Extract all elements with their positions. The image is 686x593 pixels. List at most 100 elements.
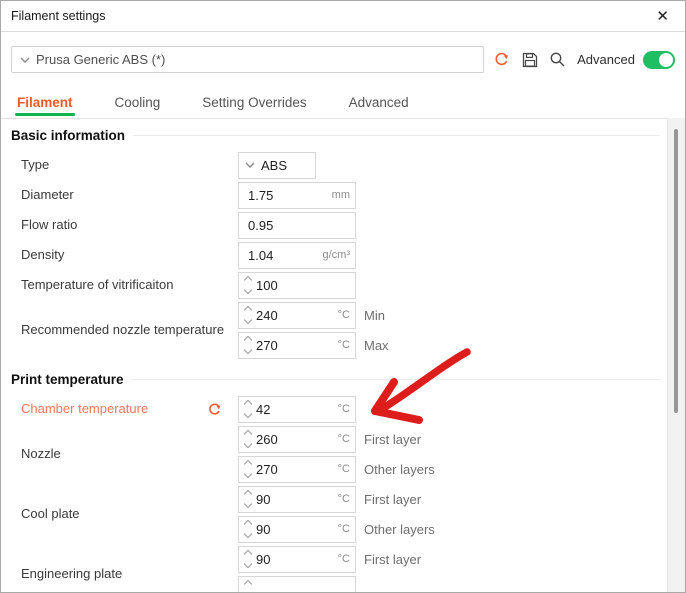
setting-label: Density (21, 240, 238, 270)
section-print-temperature: Print temperature (11, 372, 660, 387)
spinner-buttons[interactable] (239, 487, 256, 512)
sync-icon[interactable] (493, 50, 512, 70)
spinner-buttons[interactable] (239, 577, 256, 593)
field-suffix: First layer (364, 432, 421, 447)
field-unit: g/cm³ (323, 249, 356, 261)
tab-setting-overrides[interactable]: Setting Overrides (200, 95, 308, 118)
spinner-buttons[interactable] (239, 427, 256, 452)
spinner-buttons[interactable] (239, 273, 256, 298)
flow-ratio-input[interactable]: 0.95 (238, 212, 356, 239)
field-value: 42 (256, 402, 338, 417)
toggle-knob (659, 53, 673, 67)
setting-label: Nozzle (21, 446, 238, 462)
field-value: 1.04 (239, 248, 323, 263)
spinner-buttons[interactable] (239, 457, 256, 482)
spinner-buttons[interactable] (239, 333, 256, 358)
setting-group-engineering-plate: Engineering plate 90 °C First layer (21, 544, 668, 592)
field-value: 90 (256, 522, 338, 537)
section-title: Basic information (11, 128, 125, 143)
advanced-toggle[interactable] (643, 51, 675, 69)
field-suffix: First layer (364, 552, 421, 567)
nozzle-temp-max-spinner[interactable]: 270 °C (238, 332, 356, 359)
engineering-plate-first-layer-spinner[interactable]: 90 °C (238, 546, 356, 573)
setting-label: Cool plate (21, 506, 238, 522)
section-title: Print temperature (11, 372, 124, 387)
window-title: Filament settings (11, 9, 105, 23)
setting-label: Type (21, 150, 238, 180)
nozzle-other-layers-spinner[interactable]: 270 °C (238, 456, 356, 483)
setting-label: Recommended nozzle temperature (21, 322, 238, 338)
preset-combobox[interactable]: Prusa Generic ABS (*) (11, 46, 484, 73)
chevron-down-icon (20, 57, 30, 63)
field-unit: °C (338, 553, 355, 565)
field-value: 90 (256, 552, 338, 567)
section-divider (133, 135, 660, 136)
density-input[interactable]: 1.04 g/cm³ (238, 242, 356, 269)
setting-row-density: Density 1.04 g/cm³ (21, 240, 668, 270)
field-unit: °C (338, 309, 355, 321)
spinner-buttons[interactable] (239, 547, 256, 572)
spinner-buttons[interactable] (239, 397, 256, 422)
section-divider (132, 379, 660, 380)
chevron-down-icon (245, 162, 255, 168)
preset-value: Prusa Generic ABS (*) (36, 52, 165, 67)
field-value: 90 (256, 492, 338, 507)
field-suffix: Min (364, 308, 385, 323)
field-value: 270 (256, 462, 338, 477)
section-basic-information: Basic information (11, 128, 660, 143)
field-value: 240 (256, 308, 338, 323)
field-value: 0.95 (239, 218, 350, 233)
chamber-temperature-input[interactable]: 42 °C (238, 396, 356, 423)
field-unit: mm (332, 189, 355, 201)
setting-group-cool-plate: Cool plate 90 °C First layer 90 °C (21, 484, 668, 544)
type-value: ABS (261, 158, 309, 173)
engineering-plate-other-layers-spinner[interactable] (238, 576, 356, 593)
save-icon[interactable] (520, 50, 539, 70)
spinner-buttons[interactable] (239, 517, 256, 542)
tab-cooling[interactable]: Cooling (113, 95, 163, 118)
field-value: 270 (256, 338, 338, 353)
nozzle-temp-min-spinner[interactable]: 240 °C (238, 302, 356, 329)
setting-label: Flow ratio (21, 210, 238, 240)
reset-icon[interactable] (207, 402, 222, 417)
cool-plate-other-layers-spinner[interactable]: 90 °C (238, 516, 356, 543)
field-suffix: Max (364, 338, 389, 353)
scrollbar-thumb[interactable] (674, 129, 678, 413)
setting-row-chamber-temperature: Chamber temperature 42 °C (21, 394, 668, 424)
preset-row: Prusa Generic ABS (*) Advanced (11, 46, 675, 73)
field-value: 100 (256, 278, 350, 293)
close-icon[interactable]: ✕ (650, 7, 675, 26)
field-unit: °C (338, 523, 355, 535)
field-unit: °C (338, 493, 355, 505)
field-value: 1.75 (239, 188, 332, 203)
setting-row-type: Type ABS (21, 150, 668, 180)
setting-row-vitrification-temperature: Temperature of vitrificaiton 100 (21, 270, 668, 300)
settings-scroll-area: Basic information Type ABS Diameter 1.75… (1, 119, 668, 592)
search-icon[interactable] (548, 50, 567, 70)
spinner-buttons[interactable] (239, 303, 256, 328)
setting-row-diameter: Diameter 1.75 mm (21, 180, 668, 210)
setting-label: Diameter (21, 180, 238, 210)
title-bar: Filament settings ✕ (1, 1, 685, 32)
tab-filament[interactable]: Filament (15, 95, 75, 118)
setting-row-flow-ratio: Flow ratio 0.95 (21, 210, 668, 240)
field-value: 260 (256, 432, 338, 447)
type-select[interactable]: ABS (238, 152, 316, 179)
diameter-input[interactable]: 1.75 mm (238, 182, 356, 209)
advanced-label: Advanced (577, 52, 635, 67)
cool-plate-first-layer-spinner[interactable]: 90 °C (238, 486, 356, 513)
setting-label: Engineering plate (21, 566, 238, 582)
setting-group-nozzle: Nozzle 260 °C First layer 270 °C (21, 424, 668, 484)
setting-group-recommended-nozzle-temperature: Recommended nozzle temperature 240 °C Mi… (21, 300, 668, 360)
vitrification-temperature-spinner[interactable]: 100 (238, 272, 356, 299)
tab-advanced[interactable]: Advanced (347, 95, 411, 118)
filament-settings-dialog: Filament settings ✕ Prusa Generic ABS (*… (0, 0, 686, 593)
nozzle-first-layer-spinner[interactable]: 260 °C (238, 426, 356, 453)
field-suffix: Other layers (364, 522, 435, 537)
setting-label-text: Chamber temperature (21, 401, 148, 417)
field-unit: °C (338, 339, 355, 351)
field-unit: °C (338, 403, 355, 415)
setting-label: Temperature of vitrificaiton (21, 270, 238, 300)
vertical-scrollbar[interactable] (667, 118, 685, 592)
field-unit: °C (338, 463, 355, 475)
